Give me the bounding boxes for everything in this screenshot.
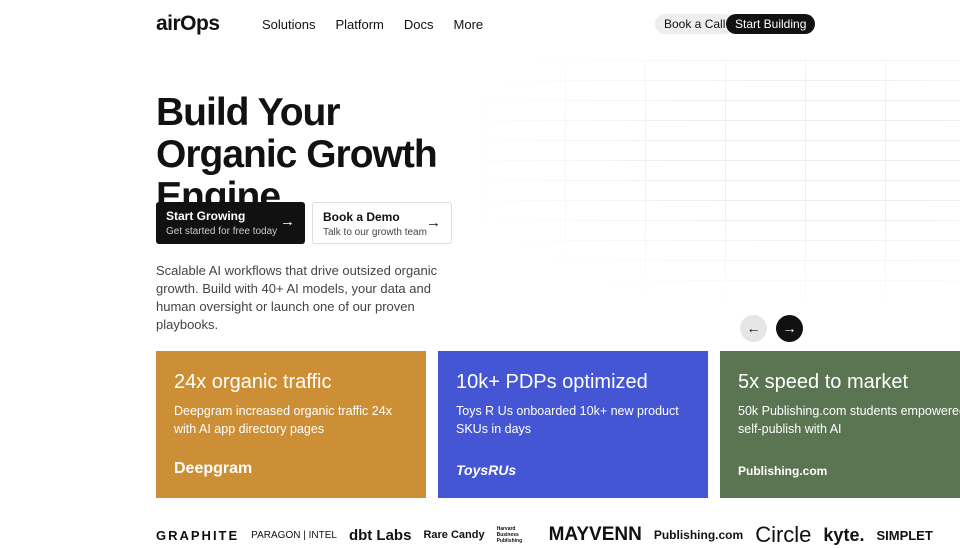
card-headline: 5x speed to market [738, 371, 909, 393]
card-body: 50k Publishing.com students empowered to… [738, 404, 960, 436]
cta-subtitle: Talk to our growth team [323, 227, 427, 238]
airops-logo[interactable]: airOps [156, 12, 220, 36]
background-grid [485, 60, 960, 300]
dbt-labs-logo: dbt Labs [348, 526, 412, 544]
customer-logos: GRAPHITE PARAGON | INTEL dbt Labs Rare C… [156, 522, 933, 548]
card-headline: 10k+ PDPs optimized [456, 371, 648, 393]
simpletexting-logo: SIMPLET [876, 527, 933, 543]
nav-more[interactable]: More [454, 17, 484, 32]
paragon-intel-logo: PARAGON | INTEL [251, 529, 337, 541]
start-growing-button[interactable]: Start Growing Get started for free today… [156, 202, 305, 244]
arrow-right-icon: → [426, 214, 441, 231]
case-study-card[interactable]: 10k+ PDPs optimized Toys R Us onboarded … [438, 351, 708, 498]
card-body: Deepgram increased organic traffic 24x w… [174, 404, 392, 436]
kyte-logo: kyte. [823, 524, 865, 545]
rare-candy-logo: Rare Candy [423, 529, 485, 541]
hero-description: Scalable AI workflows that drive outsize… [156, 263, 438, 332]
nav-solutions[interactable]: Solutions [262, 17, 315, 32]
circle-logo: Circle [755, 522, 812, 547]
publishing-logo: Publishing.com [738, 464, 828, 478]
graphite-logo: GRAPHITE [156, 527, 240, 543]
deepgram-logo: Deepgram [174, 460, 253, 477]
cta-title: Start Growing [166, 209, 246, 223]
mayvenn-logo: MAYVENN [548, 524, 642, 545]
card-headline: 24x organic traffic [174, 371, 332, 393]
carousel-next-button[interactable]: → [776, 315, 803, 342]
cta-subtitle: Get started for free today [166, 226, 278, 237]
case-study-card[interactable]: 24x organic traffic Deepgram increased o… [156, 351, 426, 498]
harvard-business-publishing-logo: Harvard Business Publishing [496, 526, 523, 544]
start-building-button[interactable]: Start Building [726, 14, 816, 34]
hero-title: Build Your Organic Growth Engine [156, 91, 438, 218]
book-call-button[interactable]: Book a Call [655, 14, 735, 34]
book-demo-button[interactable]: Book a Demo Talk to our growth team → [312, 202, 452, 244]
arrow-right-icon: → [280, 213, 295, 230]
nav-platform[interactable]: Platform [335, 17, 383, 32]
case-study-card[interactable]: 5x speed to market 50k Publishing.com st… [720, 351, 960, 498]
toysrus-logo: ToysRUs [456, 462, 517, 478]
cta-title: Book a Demo [323, 210, 400, 224]
nav-docs[interactable]: Docs [404, 17, 434, 32]
card-body: Toys R Us onboarded 10k+ new product SKU… [456, 404, 679, 436]
main-nav: Solutions Platform Docs More [262, 17, 483, 32]
carousel-prev-button[interactable]: ← [740, 315, 767, 342]
